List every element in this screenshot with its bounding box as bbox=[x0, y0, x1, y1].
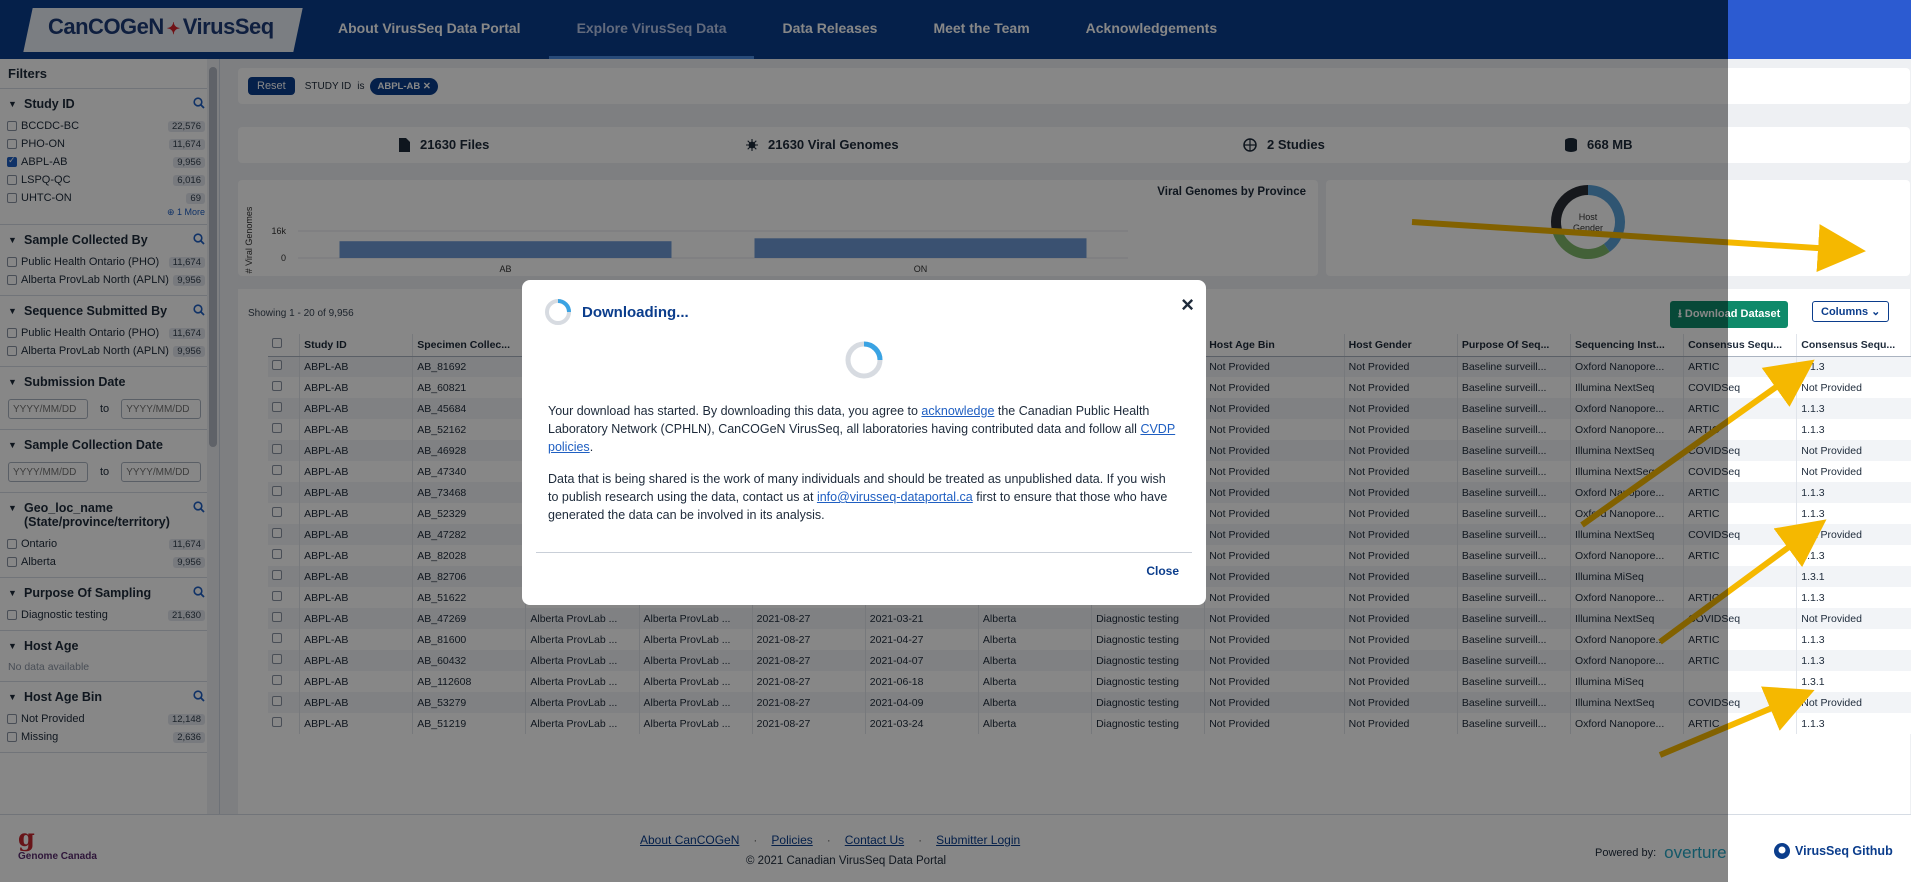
modal-body: Your download has started. By downloadin… bbox=[548, 402, 1178, 538]
close-icon[interactable]: × bbox=[1181, 292, 1194, 318]
modal-paragraph-1: Your download has started. By downloadin… bbox=[548, 402, 1178, 456]
download-modal: Downloading... × Your download has start… bbox=[522, 280, 1206, 605]
loading-spinner-icon bbox=[845, 341, 883, 379]
modal-divider bbox=[536, 552, 1192, 553]
p1-text: Your download has started. By downloadin… bbox=[548, 404, 918, 418]
close-button[interactable]: Close bbox=[1146, 564, 1179, 578]
modal-paragraph-2: Data that is being shared is the work of… bbox=[548, 470, 1178, 524]
p1-end: . bbox=[589, 440, 594, 454]
modal-title-text: Downloading... bbox=[582, 303, 689, 321]
contact-email-link[interactable]: info@virusseq-dataportal.ca bbox=[817, 490, 973, 504]
acknowledge-link[interactable]: acknowledge bbox=[921, 404, 994, 418]
spinner-icon bbox=[545, 299, 571, 325]
modal-title: Downloading... bbox=[544, 298, 689, 326]
